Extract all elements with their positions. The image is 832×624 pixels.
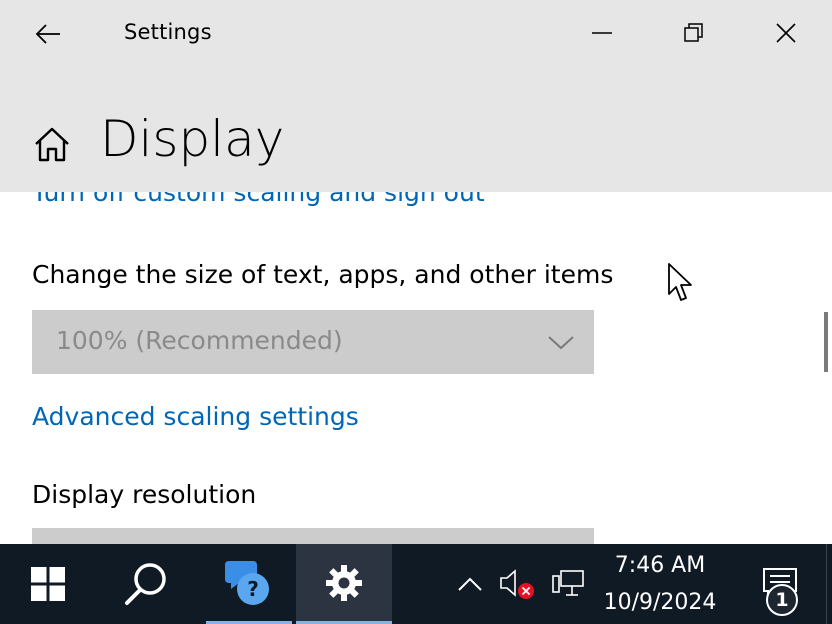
close-button[interactable]: [754, 4, 818, 62]
taskbar: ? 7:46 AM 10/9/2024: [0, 544, 832, 624]
show-hidden-icons-button[interactable]: [448, 544, 492, 624]
clock-date: 10/9/2024: [603, 590, 717, 615]
volume-button[interactable]: [494, 544, 540, 624]
signout-link[interactable]: Turn off custom scaling and sign out: [32, 192, 485, 207]
search-button[interactable]: [96, 544, 196, 624]
title-bar: Settings: [0, 0, 832, 68]
maximize-button[interactable]: [662, 4, 726, 62]
svg-text:?: ?: [247, 577, 259, 601]
clock-time: 7:46 AM: [614, 553, 706, 578]
windows-start-icon: [31, 567, 65, 601]
settings-gear-icon: [326, 564, 362, 601]
back-arrow-icon: [35, 24, 60, 44]
settings-taskbar-button[interactable]: [296, 544, 392, 624]
restore-icon: [684, 23, 703, 42]
screen: Settings Display Turn off custom scaling…: [0, 0, 832, 624]
mouse-pointer-icon: [668, 263, 692, 301]
resolution-label: Display resolution: [32, 480, 257, 509]
search-icon: [125, 563, 166, 605]
back-button[interactable]: [18, 12, 78, 56]
get-help-button[interactable]: ?: [206, 544, 292, 624]
start-button[interactable]: [0, 544, 96, 624]
chevron-up-icon: [458, 577, 482, 591]
volume-muted-icon: [500, 569, 534, 599]
minimize-button[interactable]: [570, 4, 634, 62]
close-icon: [776, 23, 796, 43]
chevron-down-icon: [548, 336, 574, 350]
page-header: Display: [0, 68, 832, 192]
resolution-dropdown[interactable]: [32, 528, 594, 544]
home-icon: [35, 127, 69, 162]
scale-dropdown[interactable]: 100% (Recommended): [32, 310, 594, 374]
advanced-scaling-link[interactable]: Advanced scaling settings: [32, 402, 359, 431]
page-title: Display: [100, 110, 285, 168]
home-button[interactable]: [32, 124, 72, 164]
network-icon: [552, 570, 584, 596]
scrollbar-thumb[interactable]: [824, 312, 828, 372]
help-icon: ?: [225, 560, 269, 605]
clock[interactable]: 7:46 AM 10/9/2024: [598, 544, 722, 624]
app-title: Settings: [124, 20, 212, 44]
scale-dropdown-value: 100% (Recommended): [56, 326, 343, 355]
show-desktop-button[interactable]: [826, 544, 832, 624]
scale-label: Change the size of text, apps, and other…: [32, 260, 614, 289]
network-button[interactable]: [546, 544, 590, 624]
minimize-icon: [592, 32, 612, 34]
settings-content: Turn off custom scaling and sign out Cha…: [0, 192, 832, 544]
notification-count-badge: 1: [766, 584, 798, 616]
